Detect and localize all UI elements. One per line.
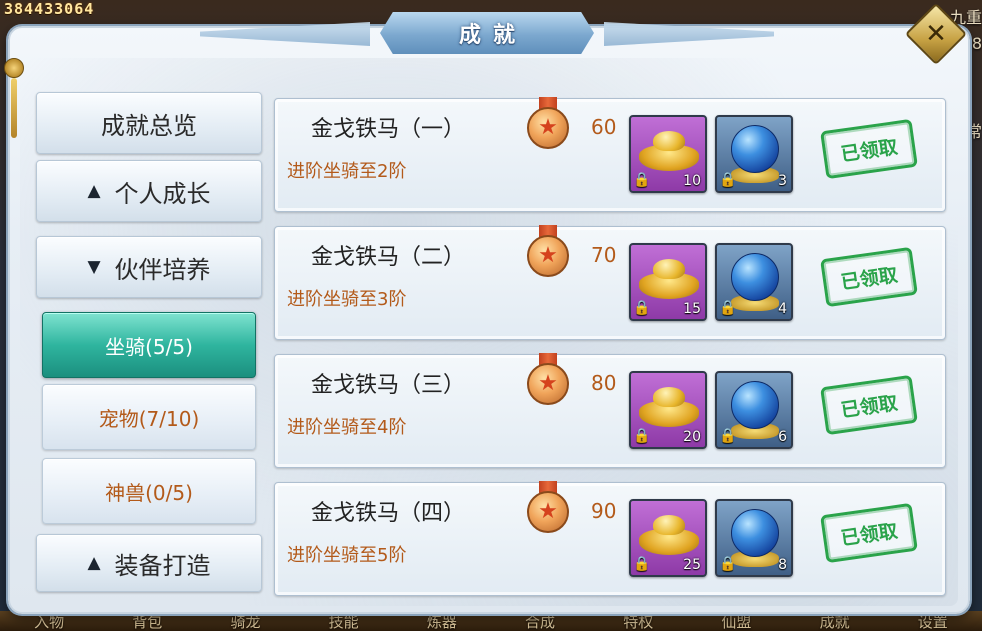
achievement-desc: 进阶坐骑至3阶: [287, 289, 407, 310]
reward-quantity: 25: [683, 557, 701, 573]
spirit-orb-icon: [731, 509, 779, 557]
currency-counter: 384433064: [4, 0, 95, 18]
sidebar-item-overview[interactable]: 成就总览: [36, 92, 262, 154]
achievement-name: 金戈铁马（二）: [311, 245, 466, 270]
reward-slot-gold[interactable]: 🔒 10: [629, 115, 707, 193]
reward-quantity: 6: [778, 429, 787, 445]
gold-ingot-icon: [639, 259, 699, 299]
achievement-points: 80: [591, 371, 617, 395]
sidebar-subitem-mount[interactable]: 坐骑(5/5): [42, 312, 256, 378]
sidebar-item-equipment[interactable]: ▲ 装备打造: [36, 534, 262, 592]
menu-item-privilege[interactable]: 特权: [623, 613, 653, 631]
spirit-orb-icon: [731, 381, 779, 429]
reward-quantity: 15: [683, 301, 701, 317]
sidebar-item-label: 个人成长: [114, 179, 211, 208]
menu-item-settings[interactable]: 设置: [918, 613, 948, 631]
achievement-row: 金戈铁马（一） 进阶坐骑至2阶 ★ 60 🔒 10 🔒 3 已领取: [274, 97, 946, 212]
achievement-desc: 进阶坐骑至2阶: [287, 161, 407, 182]
menu-item-mount[interactable]: 骑龙: [230, 613, 260, 631]
lock-icon: 🔒: [633, 556, 651, 572]
spirit-orb-icon: [731, 253, 779, 301]
claimed-stamp: 已领取: [820, 502, 918, 564]
achievement-row: 金戈铁马（三） 进阶坐骑至4阶 ★ 80 🔒 20 🔒 6 已领取: [274, 353, 946, 468]
reward-quantity: 4: [778, 301, 787, 317]
claimed-stamp: 已领取: [820, 118, 918, 180]
reward-slot-orb[interactable]: 🔒 6: [715, 371, 793, 449]
menu-item-achievement[interactable]: 成就: [820, 613, 850, 631]
achievement-row: 金戈铁马（四） 进阶坐骑至5阶 ★ 90 🔒 25 🔒 8 已领取: [274, 481, 946, 596]
sidebar-subitem-label: 宠物(7/10): [98, 406, 200, 431]
lock-icon: 🔒: [633, 172, 651, 188]
reward-quantity: 8: [778, 557, 787, 573]
window-title: 成就: [458, 23, 527, 48]
tassel-ornament: [0, 58, 28, 158]
close-button[interactable]: ✕: [908, 6, 964, 62]
achievement-points: 70: [591, 243, 617, 267]
achievement-points: 60: [591, 115, 617, 139]
sidebar-subitem-pet[interactable]: 宠物(7/10): [42, 384, 256, 450]
lock-icon: 🔒: [633, 300, 651, 316]
close-icon: ✕: [925, 19, 947, 49]
achievement-desc: 进阶坐骑至4阶: [287, 417, 407, 438]
reward-quantity: 10: [683, 173, 701, 189]
menu-item-character[interactable]: 入物: [34, 613, 64, 631]
sidebar-item-label: 伙伴培养: [114, 255, 211, 284]
chevron-up-icon: ▲: [87, 553, 101, 573]
medal-icon: ★: [525, 353, 571, 415]
achievement-row: 金戈铁马（二） 进阶坐骑至3阶 ★ 70 🔒 15 🔒 4 已领取: [274, 225, 946, 340]
sidebar-item-label: 装备打造: [114, 551, 211, 580]
lock-icon: 🔒: [719, 300, 737, 316]
sidebar-item-personal-growth[interactable]: ▲ 个人成长: [36, 160, 262, 222]
gold-ingot-icon: [639, 131, 699, 171]
achievement-desc: 进阶坐骑至5阶: [287, 545, 407, 566]
lock-icon: 🔒: [719, 556, 737, 572]
gold-ingot-icon: [639, 387, 699, 427]
reward-quantity: 20: [683, 429, 701, 445]
chevron-down-icon: ▼: [87, 257, 101, 277]
sidebar-subitem-label: 坐骑(5/5): [105, 334, 193, 359]
chevron-up-icon: ▲: [87, 181, 101, 201]
reward-slot-gold[interactable]: 🔒 20: [629, 371, 707, 449]
lock-icon: 🔒: [633, 428, 651, 444]
menu-item-guild[interactable]: 仙盟: [721, 613, 751, 631]
reward-slot-orb[interactable]: 🔒 4: [715, 243, 793, 321]
sidebar-subitem-label: 神兽(0/5): [105, 480, 193, 505]
reward-quantity: 3: [778, 173, 787, 189]
achievement-name: 金戈铁马（四）: [311, 501, 466, 526]
reward-slot-orb[interactable]: 🔒 8: [715, 499, 793, 577]
claimed-stamp: 已领取: [820, 374, 918, 436]
menu-item-craft[interactable]: 合成: [525, 613, 555, 631]
claimed-stamp: 已领取: [820, 246, 918, 308]
lock-icon: 🔒: [719, 428, 737, 444]
medal-icon: ★: [525, 225, 571, 287]
reward-slot-gold[interactable]: 🔒 25: [629, 499, 707, 577]
achievement-name: 金戈铁马（三）: [311, 373, 466, 398]
medal-icon: ★: [525, 481, 571, 543]
achievement-name: 金戈铁马（一）: [311, 117, 466, 142]
sidebar-item-partner[interactable]: ▼ 伙伴培养: [36, 236, 262, 298]
spirit-orb-icon: [731, 125, 779, 173]
gold-ingot-icon: [639, 515, 699, 555]
lock-icon: 🔒: [719, 172, 737, 188]
achievement-points: 90: [591, 499, 617, 523]
reward-slot-gold[interactable]: 🔒 15: [629, 243, 707, 321]
sidebar-subitem-beast[interactable]: 神兽(0/5): [42, 458, 256, 524]
menu-item-bag[interactable]: 背包: [132, 613, 162, 631]
menu-item-refine[interactable]: 炼器: [427, 613, 457, 631]
bottom-menu-bar: 入物 背包 骑龙 技能 炼器 合成 特权 仙盟 成就 设置: [0, 611, 982, 631]
window-title-plate: 成就: [380, 12, 594, 54]
menu-item-skills[interactable]: 技能: [329, 613, 359, 631]
medal-icon: ★: [525, 97, 571, 159]
reward-slot-orb[interactable]: 🔒 3: [715, 115, 793, 193]
sidebar-item-label: 成就总览: [101, 111, 197, 140]
